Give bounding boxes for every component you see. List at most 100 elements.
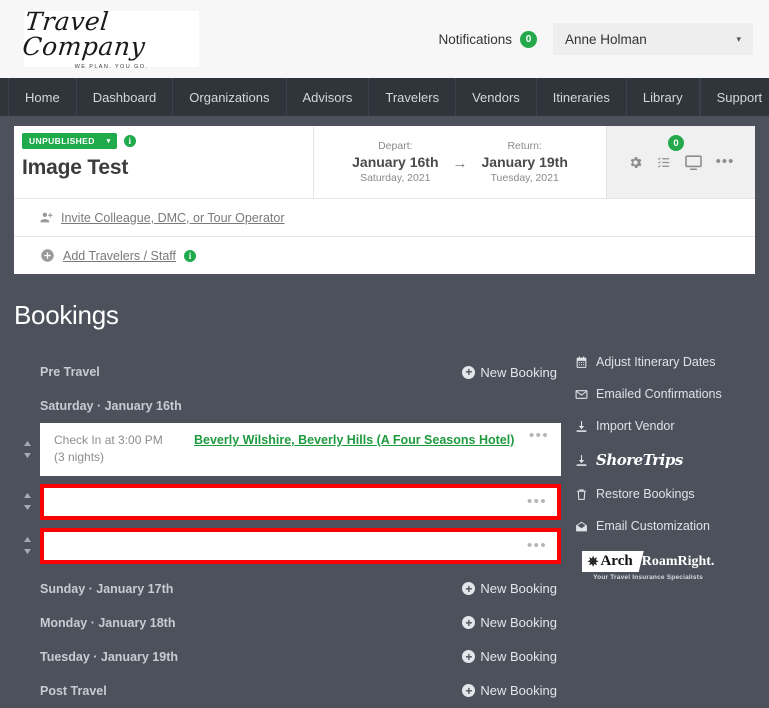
new-booking-button[interactable]: + New Booking xyxy=(462,365,561,380)
new-booking-label: New Booking xyxy=(480,364,557,380)
nav-item-vendors[interactable]: Vendors xyxy=(456,78,537,116)
booking-more-menu[interactable]: ••• xyxy=(529,428,549,443)
drag-handle-icon[interactable] xyxy=(14,492,40,511)
booking-card-empty-flagged[interactable]: ••• xyxy=(40,483,561,520)
menu-item-email-customization[interactable]: Email Customization xyxy=(575,519,755,533)
arrow-right-icon: → xyxy=(452,154,468,172)
itinerary-card: UNPUBLISHED ▾ i Image Test Depart: Janua… xyxy=(14,126,755,274)
new-booking-button[interactable]: + New Booking xyxy=(462,683,561,698)
bookings-list: Pre Travel + New Booking Saturday · Janu… xyxy=(14,355,571,708)
booking-duration: (3 nights) xyxy=(54,450,105,465)
new-booking-button[interactable]: + New Booking xyxy=(462,649,561,664)
add-travelers-row[interactable]: Add Travelers / Staff i xyxy=(14,236,755,274)
itinerary-actions-menu: Adjust Itinerary Dates Emailed Confirmat… xyxy=(571,355,755,708)
bookings-heading: Bookings xyxy=(14,300,119,330)
invite-colleague-link[interactable]: Invite Colleague, DMC, or Tour Operator xyxy=(61,211,284,225)
menu-item-label: Import Vendor xyxy=(596,419,675,433)
section-label: Tuesday · January 19th xyxy=(40,649,179,664)
booking-more-menu[interactable]: ••• xyxy=(527,538,547,553)
download-icon xyxy=(575,454,589,467)
plus-icon: + xyxy=(462,365,476,379)
new-booking-label: New Booking xyxy=(480,649,557,665)
section-header-pre-travel: Pre Travel + New Booking xyxy=(14,355,561,389)
partner-logo-row: ✵ Arch RoamRight. xyxy=(581,551,715,572)
itinerary-more-menu[interactable]: ••• xyxy=(716,154,735,169)
menu-item-label: Emailed Confirmations xyxy=(596,387,722,401)
status-badge[interactable]: UNPUBLISHED ▾ xyxy=(22,133,117,149)
user-menu-dropdown[interactable]: Anne Holman ▾ xyxy=(553,23,753,55)
info-icon[interactable]: i xyxy=(123,135,136,147)
brand-logo[interactable]: Travel Company WE PLAN. YOU GO. xyxy=(21,6,199,70)
info-icon[interactable]: i xyxy=(184,249,197,262)
section-label: Post Travel xyxy=(40,683,107,698)
nav-item-travelers[interactable]: Travelers xyxy=(369,78,457,116)
new-booking-button[interactable]: + New Booking xyxy=(462,615,561,630)
section-header-saturday-january-16th: Saturday · January 16th xyxy=(14,389,561,423)
depart-label: Depart: xyxy=(378,140,413,152)
booking-vendor-link[interactable]: Beverly Wilshire, Beverly Hills (A Four … xyxy=(194,432,529,449)
bookings-body: Pre Travel + New Booking Saturday · Janu… xyxy=(14,355,755,708)
download-icon xyxy=(575,420,589,433)
brand-name: Travel Company xyxy=(21,6,147,61)
nav-item-dashboard[interactable]: Dashboard xyxy=(77,78,174,116)
return-block: Return: January 19th Tuesday, 2021 xyxy=(482,140,568,184)
add-travelers-link[interactable]: Add Travelers / Staff xyxy=(63,249,176,263)
booking-row: Check In at 3:00 PM (3 nights) Beverly W… xyxy=(14,423,561,476)
monitor-icon[interactable] xyxy=(684,153,703,172)
nav-item-support[interactable]: Support xyxy=(701,78,769,116)
plus-icon: + xyxy=(462,650,476,664)
menu-item-label: Email Customization xyxy=(596,519,710,533)
plus-icon: + xyxy=(462,616,476,630)
top-bar-right: Notifications 0 Anne Holman ▾ xyxy=(438,23,753,55)
menu-item-shoretrips[interactable]: ShoreTrips xyxy=(575,451,755,469)
section-label: Monday · January 18th xyxy=(40,615,176,630)
nav-item-home[interactable]: Home xyxy=(8,78,77,116)
section-label: Pre Travel xyxy=(40,365,100,379)
new-booking-label: New Booking xyxy=(480,683,557,699)
return-weekday-year: Tuesday, 2021 xyxy=(490,172,559,184)
depart-weekday-year: Saturday, 2021 xyxy=(360,172,431,184)
invite-colleague-row[interactable]: Invite Colleague, DMC, or Tour Operator xyxy=(14,198,755,236)
menu-item-emailed-confirmations[interactable]: Emailed Confirmations xyxy=(575,387,755,401)
section-header-tuesday-january-19th: Tuesday · January 19th + New Booking xyxy=(14,640,561,674)
gear-icon[interactable] xyxy=(628,155,643,170)
page-content: UNPUBLISHED ▾ i Image Test Depart: Janua… xyxy=(0,116,769,708)
roamright-wordmark: RoamRight. xyxy=(641,553,715,569)
menu-item-adjust-itinerary-dates[interactable]: Adjust Itinerary Dates xyxy=(575,355,755,369)
envelope-icon xyxy=(575,388,589,401)
nav-item-organizations[interactable]: Organizations xyxy=(173,78,287,116)
booking-time: Check In at 3:00 PM (3 nights) xyxy=(54,432,194,467)
notifications[interactable]: Notifications 0 xyxy=(438,30,537,48)
chevron-down-icon: ▾ xyxy=(736,33,741,44)
booking-more-menu[interactable]: ••• xyxy=(527,494,547,509)
nav-item-library[interactable]: Library xyxy=(627,78,700,116)
menu-item-restore-bookings[interactable]: Restore Bookings xyxy=(575,487,755,501)
partner-logo-arch-roamright[interactable]: ✵ Arch RoamRight. Your Travel Insurance … xyxy=(575,551,721,581)
top-bar: Travel Company WE PLAN. YOU GO. Notifica… xyxy=(0,0,769,78)
menu-item-import-vendor[interactable]: Import Vendor xyxy=(575,419,755,433)
itinerary-tools: 0 ••• xyxy=(607,126,755,198)
nav-item-itineraries[interactable]: Itineraries xyxy=(537,78,627,116)
booking-checkin-time: Check In at 3:00 PM xyxy=(54,433,163,447)
starburst-icon: ✵ xyxy=(587,553,599,569)
depart-date: January 16th xyxy=(352,154,439,170)
checklist-count-badge: 0 xyxy=(668,135,684,151)
booking-row: ••• xyxy=(14,527,561,564)
depart-block: Depart: January 16th Saturday, 2021 xyxy=(352,140,438,184)
drag-handle-icon[interactable] xyxy=(14,536,40,555)
itinerary-dates: Depart: January 16th Saturday, 2021 → Re… xyxy=(314,126,607,198)
itinerary-header: UNPUBLISHED ▾ i Image Test Depart: Janua… xyxy=(14,126,755,198)
partner-tagline: Your Travel Insurance Specialists xyxy=(593,574,703,581)
page-title: Image Test xyxy=(22,156,129,179)
nav-item-advisors[interactable]: Advisors xyxy=(287,78,370,116)
booking-card-empty-flagged[interactable]: ••• xyxy=(40,527,561,564)
booking-row: ••• xyxy=(14,483,561,520)
drag-handle-icon[interactable] xyxy=(14,440,40,459)
checklist-icon[interactable] xyxy=(656,155,671,170)
notifications-label: Notifications xyxy=(438,31,512,47)
booking-card-hotel[interactable]: Check In at 3:00 PM (3 nights) Beverly W… xyxy=(40,423,561,476)
plus-circle-icon xyxy=(40,248,55,263)
chevron-down-icon: ▾ xyxy=(106,138,111,145)
section-label: Saturday · January 16th xyxy=(40,399,182,413)
new-booking-button[interactable]: + New Booking xyxy=(462,581,561,596)
